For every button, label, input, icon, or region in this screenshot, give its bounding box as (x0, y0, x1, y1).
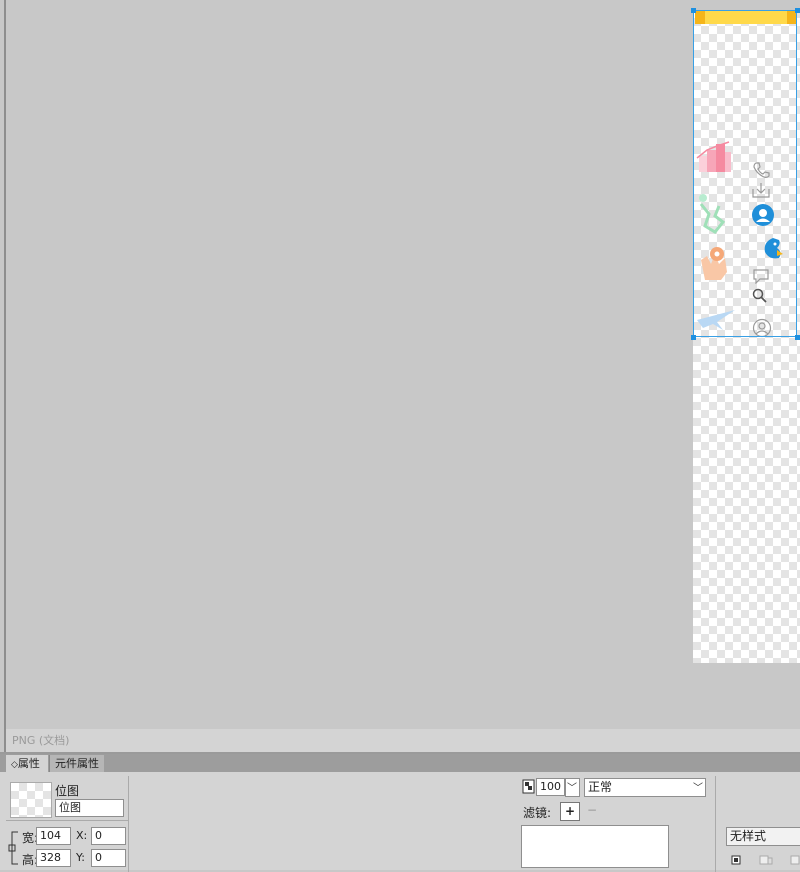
panel-divider-1 (128, 776, 129, 872)
y-field[interactable]: 0 (91, 849, 126, 867)
tab-symbol-properties[interactable]: 元件属性 (49, 755, 104, 772)
opacity-icon (522, 779, 535, 794)
blend-mode-value: 正常 (588, 780, 613, 794)
object-thumbnail (10, 782, 52, 818)
properties-panel: ◇属性 元件属性 位图 位图 宽: 104 X: 0 高: 328 Y: 0 1… (0, 752, 800, 872)
width-field[interactable]: 104 (36, 827, 71, 845)
style-select[interactable]: 无样式 (726, 827, 800, 846)
object-name-field[interactable]: 位图 (55, 799, 124, 817)
y-label: Y: (76, 851, 85, 864)
opacity-field[interactable]: 100 (536, 778, 565, 796)
x-label: X: (76, 829, 88, 842)
object-type-label: 位图 (55, 784, 80, 798)
chevron-down-icon: ﹀ (567, 783, 577, 794)
new-style-icon[interactable] (731, 855, 742, 865)
chevron-down-icon: ﹀ (693, 783, 703, 794)
remove-filter-button[interactable]: − (587, 803, 597, 817)
filters-label: 滤镜: (523, 806, 552, 820)
document-status-text: PNG (文档) (12, 734, 70, 747)
filters-list[interactable] (521, 825, 669, 868)
style-options-icon[interactable] (759, 855, 773, 865)
selection-box[interactable] (693, 10, 797, 337)
height-field[interactable]: 328 (36, 849, 71, 867)
constrain-proportions-icon[interactable] (8, 830, 20, 866)
tab-collapse-icon: ◇ (11, 760, 18, 770)
selection-handle-bottom-left[interactable] (691, 335, 696, 340)
tab-properties[interactable]: ◇属性 (6, 755, 48, 772)
panel-divider-2 (715, 776, 716, 872)
selection-handle-top-left[interactable] (691, 8, 696, 13)
opacity-dropdown-button[interactable]: ﹀ (565, 778, 580, 797)
blend-mode-select[interactable]: 正常 ﹀ (584, 778, 706, 797)
properties-tab-bar: ◇属性 元件属性 (0, 754, 800, 772)
plus-icon: + (564, 804, 576, 818)
selection-handle-top-right[interactable] (795, 8, 800, 13)
panel-divider-h (6, 820, 128, 821)
tab-properties-label: 属性 (17, 757, 40, 770)
tab-symbol-properties-label: 元件属性 (55, 757, 99, 770)
selection-handle-bottom-right[interactable] (795, 335, 800, 340)
style-value: 无样式 (730, 829, 767, 843)
document-status-bar: PNG (文档) (6, 729, 800, 752)
x-field[interactable]: 0 (91, 827, 126, 845)
add-filter-button[interactable]: + (560, 802, 580, 821)
delete-style-icon[interactable] (790, 855, 800, 865)
canvas-left-border (4, 0, 6, 752)
canvas-area[interactable] (0, 0, 800, 729)
